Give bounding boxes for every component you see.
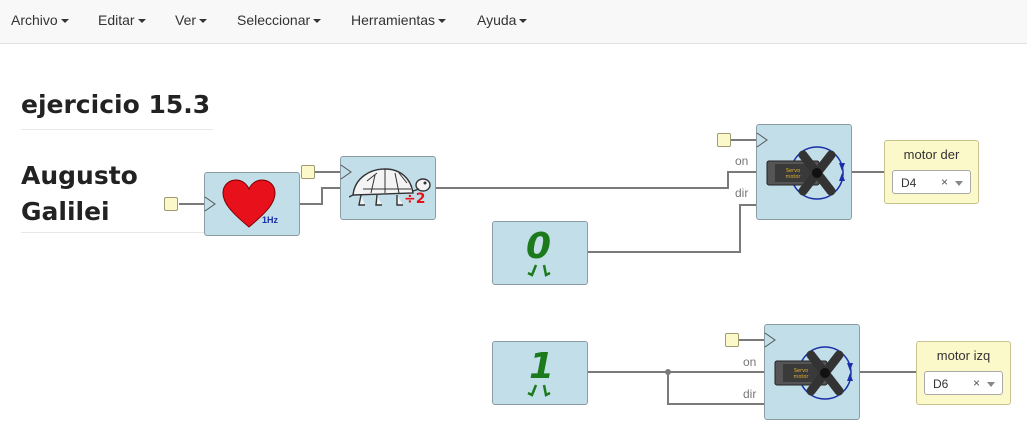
motor-izq-dir-label: dir <box>743 387 757 401</box>
servo-icon: Servo motor <box>774 346 853 400</box>
motor-der-output-label: motor der <box>903 147 960 162</box>
constant-legs-icon <box>527 384 551 397</box>
divider-label: ÷2 <box>404 191 426 207</box>
svg-text:motor: motor <box>793 374 809 380</box>
wire-const0-motor-der-dir <box>587 204 757 253</box>
heartbeat-input-port[interactable] <box>164 197 178 211</box>
motor-izq-pin-select[interactable]: D6 × <box>924 371 1003 395</box>
motor-izq-servo-block[interactable]: Servo motor <box>764 324 860 420</box>
heartbeat-block[interactable]: 1Hz <box>204 172 300 236</box>
wire-junction <box>665 369 671 375</box>
heartbeat-frequency: 1Hz <box>262 215 279 225</box>
motor-izq-output-block[interactable]: motor izq D6 × <box>916 341 1011 405</box>
motor-der-pin-value: D4 <box>901 176 917 190</box>
motor-der-output-block[interactable]: motor der D4 × <box>884 140 979 204</box>
svg-text:motor: motor <box>785 174 801 180</box>
clear-selection-icon[interactable]: × <box>973 376 980 390</box>
motor-izq-pin-value: D6 <box>933 377 949 391</box>
divider-input-port[interactable] <box>301 165 315 179</box>
motor-izq-output-label: motor izq <box>936 348 991 363</box>
motor-izq-input-port[interactable] <box>725 333 739 347</box>
constant-1-block[interactable]: 1 <box>492 341 588 405</box>
wire-divider-motor-der-on <box>435 171 757 189</box>
motor-der-servo-block[interactable]: Servo motor <box>756 124 852 220</box>
wire-heartbeat-divider <box>299 187 341 205</box>
motor-der-on-label: on <box>735 154 749 168</box>
motor-der-pin-select[interactable]: D4 × <box>892 170 971 194</box>
clear-selection-icon[interactable]: × <box>941 175 948 189</box>
motor-der-dir-label: dir <box>735 186 749 200</box>
servo-icon: Servo motor <box>766 146 845 200</box>
constant-legs-icon <box>527 264 551 277</box>
dropdown-arrow-icon[interactable] <box>987 382 995 387</box>
divider-block[interactable]: ÷2 <box>340 156 436 220</box>
motor-izq-on-label: on <box>743 355 757 369</box>
motor-der-input-port[interactable] <box>717 133 731 147</box>
constant-0-block[interactable]: 0 <box>492 221 588 285</box>
dropdown-arrow-icon[interactable] <box>955 181 963 186</box>
